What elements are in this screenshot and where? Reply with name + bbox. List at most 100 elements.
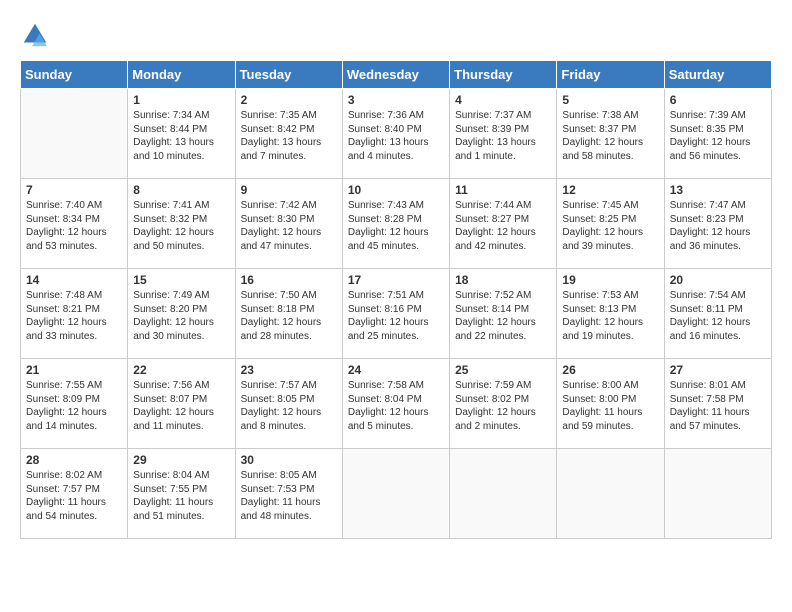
cell-info: Sunrise: 8:01 AM Sunset: 7:58 PM Dayligh… bbox=[670, 379, 766, 433]
sunrise-value: 7:40 AM bbox=[65, 200, 102, 211]
daylight-label: Daylight: bbox=[241, 317, 280, 328]
daylight-label: Daylight: bbox=[133, 227, 172, 238]
sunrise-label: Sunrise: bbox=[455, 110, 492, 121]
calendar-cell: 27 Sunrise: 8:01 AM Sunset: 7:58 PM Dayl… bbox=[664, 359, 771, 449]
day-number: 14 bbox=[26, 273, 122, 287]
calendar-cell: 22 Sunrise: 7:56 AM Sunset: 8:07 PM Dayl… bbox=[128, 359, 235, 449]
sunset-label: Sunset: bbox=[455, 214, 489, 225]
sunrise-value: 7:35 AM bbox=[280, 110, 317, 121]
sunrise-value: 7:56 AM bbox=[173, 380, 210, 391]
daylight-label: Daylight: bbox=[455, 137, 494, 148]
calendar-cell: 25 Sunrise: 7:59 AM Sunset: 8:02 PM Dayl… bbox=[450, 359, 557, 449]
daylight-label: Daylight: bbox=[670, 407, 709, 418]
calendar-cell bbox=[450, 449, 557, 539]
daylight-label: Daylight: bbox=[455, 407, 494, 418]
sunset-label: Sunset: bbox=[241, 484, 275, 495]
sunset-label: Sunset: bbox=[562, 124, 596, 135]
daylight-label: Daylight: bbox=[455, 317, 494, 328]
sunset-value: 8:04 PM bbox=[385, 394, 422, 405]
calendar-week-row: 14 Sunrise: 7:48 AM Sunset: 8:21 PM Dayl… bbox=[21, 269, 772, 359]
calendar-cell: 1 Sunrise: 7:34 AM Sunset: 8:44 PM Dayli… bbox=[128, 89, 235, 179]
sunrise-value: 8:04 AM bbox=[173, 470, 210, 481]
sunset-value: 8:37 PM bbox=[599, 124, 636, 135]
cell-info: Sunrise: 7:48 AM Sunset: 8:21 PM Dayligh… bbox=[26, 289, 122, 343]
day-number: 10 bbox=[348, 183, 444, 197]
sunrise-label: Sunrise: bbox=[455, 200, 492, 211]
sunrise-label: Sunrise: bbox=[241, 380, 278, 391]
calendar-cell: 17 Sunrise: 7:51 AM Sunset: 8:16 PM Dayl… bbox=[342, 269, 449, 359]
cell-info: Sunrise: 7:35 AM Sunset: 8:42 PM Dayligh… bbox=[241, 109, 337, 163]
calendar-cell: 12 Sunrise: 7:45 AM Sunset: 8:25 PM Dayl… bbox=[557, 179, 664, 269]
daylight-label: Daylight: bbox=[133, 407, 172, 418]
cell-info: Sunrise: 7:40 AM Sunset: 8:34 PM Dayligh… bbox=[26, 199, 122, 253]
sunrise-value: 7:39 AM bbox=[709, 110, 746, 121]
sunset-value: 7:53 PM bbox=[277, 484, 314, 495]
sunset-value: 8:02 PM bbox=[492, 394, 529, 405]
sunset-label: Sunset: bbox=[670, 124, 704, 135]
sunset-value: 8:14 PM bbox=[492, 304, 529, 315]
cell-info: Sunrise: 7:50 AM Sunset: 8:18 PM Dayligh… bbox=[241, 289, 337, 343]
daylight-label: Daylight: bbox=[348, 317, 387, 328]
calendar-cell: 28 Sunrise: 8:02 AM Sunset: 7:57 PM Dayl… bbox=[21, 449, 128, 539]
day-number: 27 bbox=[670, 363, 766, 377]
cell-info: Sunrise: 7:58 AM Sunset: 8:04 PM Dayligh… bbox=[348, 379, 444, 433]
sunrise-label: Sunrise: bbox=[670, 380, 707, 391]
weekday-cell: Thursday bbox=[450, 61, 557, 89]
cell-info: Sunrise: 7:47 AM Sunset: 8:23 PM Dayligh… bbox=[670, 199, 766, 253]
sunrise-label: Sunrise: bbox=[562, 110, 599, 121]
calendar-week-row: 1 Sunrise: 7:34 AM Sunset: 8:44 PM Dayli… bbox=[21, 89, 772, 179]
calendar-cell: 20 Sunrise: 7:54 AM Sunset: 8:11 PM Dayl… bbox=[664, 269, 771, 359]
weekday-cell: Saturday bbox=[664, 61, 771, 89]
sunset-label: Sunset: bbox=[670, 304, 704, 315]
calendar-cell: 14 Sunrise: 7:48 AM Sunset: 8:21 PM Dayl… bbox=[21, 269, 128, 359]
weekday-cell: Monday bbox=[128, 61, 235, 89]
sunrise-label: Sunrise: bbox=[26, 200, 63, 211]
calendar-week-row: 7 Sunrise: 7:40 AM Sunset: 8:34 PM Dayli… bbox=[21, 179, 772, 269]
day-number: 29 bbox=[133, 453, 229, 467]
sunrise-label: Sunrise: bbox=[670, 200, 707, 211]
sunset-value: 7:55 PM bbox=[170, 484, 207, 495]
day-number: 28 bbox=[26, 453, 122, 467]
sunset-label: Sunset: bbox=[670, 394, 704, 405]
sunset-value: 8:18 PM bbox=[277, 304, 314, 315]
sunset-value: 8:27 PM bbox=[492, 214, 529, 225]
sunrise-value: 7:44 AM bbox=[495, 200, 532, 211]
sunrise-value: 7:49 AM bbox=[173, 290, 210, 301]
day-number: 15 bbox=[133, 273, 229, 287]
cell-info: Sunrise: 7:44 AM Sunset: 8:27 PM Dayligh… bbox=[455, 199, 551, 253]
sunset-value: 7:57 PM bbox=[63, 484, 100, 495]
calendar-cell: 16 Sunrise: 7:50 AM Sunset: 8:18 PM Dayl… bbox=[235, 269, 342, 359]
sunrise-label: Sunrise: bbox=[455, 290, 492, 301]
calendar-cell bbox=[342, 449, 449, 539]
sunset-label: Sunset: bbox=[133, 124, 167, 135]
sunset-label: Sunset: bbox=[133, 304, 167, 315]
sunrise-label: Sunrise: bbox=[348, 110, 385, 121]
sunset-label: Sunset: bbox=[241, 124, 275, 135]
sunset-value: 8:09 PM bbox=[63, 394, 100, 405]
calendar-cell bbox=[557, 449, 664, 539]
logo bbox=[20, 20, 54, 50]
sunset-label: Sunset: bbox=[133, 484, 167, 495]
cell-info: Sunrise: 7:59 AM Sunset: 8:02 PM Dayligh… bbox=[455, 379, 551, 433]
cell-info: Sunrise: 7:43 AM Sunset: 8:28 PM Dayligh… bbox=[348, 199, 444, 253]
sunrise-value: 7:45 AM bbox=[602, 200, 639, 211]
sunset-label: Sunset: bbox=[455, 304, 489, 315]
day-number: 24 bbox=[348, 363, 444, 377]
sunrise-label: Sunrise: bbox=[562, 290, 599, 301]
sunrise-value: 8:00 AM bbox=[602, 380, 639, 391]
daylight-label: Daylight: bbox=[133, 137, 172, 148]
calendar-cell: 23 Sunrise: 7:57 AM Sunset: 8:05 PM Dayl… bbox=[235, 359, 342, 449]
sunrise-value: 8:05 AM bbox=[280, 470, 317, 481]
sunset-value: 8:32 PM bbox=[170, 214, 207, 225]
sunrise-label: Sunrise: bbox=[562, 380, 599, 391]
sunrise-value: 7:41 AM bbox=[173, 200, 210, 211]
sunset-label: Sunset: bbox=[26, 484, 60, 495]
sunrise-value: 7:59 AM bbox=[495, 380, 532, 391]
sunrise-label: Sunrise: bbox=[133, 290, 170, 301]
daylight-label: Daylight: bbox=[670, 137, 709, 148]
sunset-value: 8:23 PM bbox=[706, 214, 743, 225]
calendar-cell: 18 Sunrise: 7:52 AM Sunset: 8:14 PM Dayl… bbox=[450, 269, 557, 359]
sunset-label: Sunset: bbox=[562, 214, 596, 225]
sunset-label: Sunset: bbox=[241, 394, 275, 405]
cell-info: Sunrise: 7:53 AM Sunset: 8:13 PM Dayligh… bbox=[562, 289, 658, 343]
